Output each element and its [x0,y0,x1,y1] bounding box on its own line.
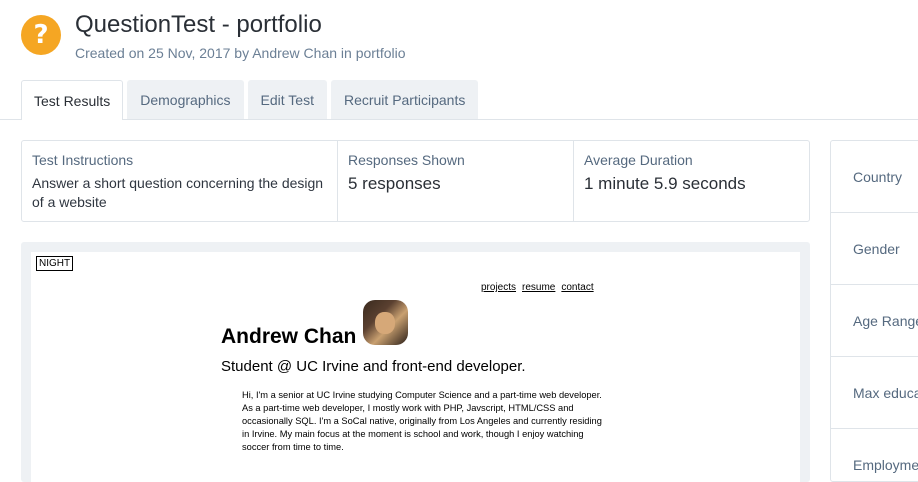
responses-shown-label: Responses Shown [348,152,465,168]
tab-demographics[interactable]: Demographics [127,80,244,119]
filter-gender[interactable]: Gender [831,213,918,285]
tab-recruit-participants[interactable]: Recruit Participants [330,80,479,119]
responses-shown-card: Responses Shown 5 responses [338,141,574,221]
website-preview: NIGHT projects resume contact Andrew Cha… [31,252,800,482]
page-title: QuestionTest - portfolio [75,11,322,38]
filter-max-education[interactable]: Max educa [831,357,918,429]
site-bio: Hi, I'm a senior at UC Irvine studying C… [242,390,602,452]
average-duration-card: Average Duration 1 minute 5.9 seconds [574,141,809,221]
average-duration-value: 1 minute 5.9 seconds [584,174,746,193]
night-mode-button[interactable]: NIGHT [36,256,74,271]
test-instructions-label: Test Instructions [32,152,134,168]
responses-shown-value: 5 responses [348,174,441,193]
test-summary-panel: Test Instructions Answer a short questio… [21,140,810,222]
filter-country[interactable]: Country [831,141,918,213]
tab-test-results[interactable]: Test Results [21,80,124,120]
question-icon: ? [21,15,61,55]
site-name: Andrew Chan [221,325,357,348]
average-duration-label: Average Duration [584,152,693,168]
site-tagline: Student @ UC Irvine and front-end develo… [221,358,526,375]
test-instructions-text: Answer a short question concerning the d… [32,175,324,210]
filter-employment[interactable]: Employme [831,429,918,481]
page-subtitle: Created on 25 Nov, 2017 by Andrew Chan i… [75,45,406,61]
filter-age-range[interactable]: Age Range [831,285,918,357]
profile-photo [363,300,408,345]
test-instructions-card: Test Instructions Answer a short questio… [22,141,338,221]
site-nav: projects resume contact [481,282,594,293]
website-preview-frame[interactable]: NIGHT projects resume contact Andrew Cha… [21,242,810,482]
tab-bar: Test Results Demographics Edit Test Recr… [21,80,479,120]
demographic-filters-panel: Country Gender Age Range Max educa Emplo… [830,140,918,482]
nav-link-resume[interactable]: resume [522,282,555,293]
tab-edit-test[interactable]: Edit Test [247,80,327,119]
nav-link-projects[interactable]: projects [481,282,516,293]
nav-link-contact[interactable]: contact [561,282,593,293]
